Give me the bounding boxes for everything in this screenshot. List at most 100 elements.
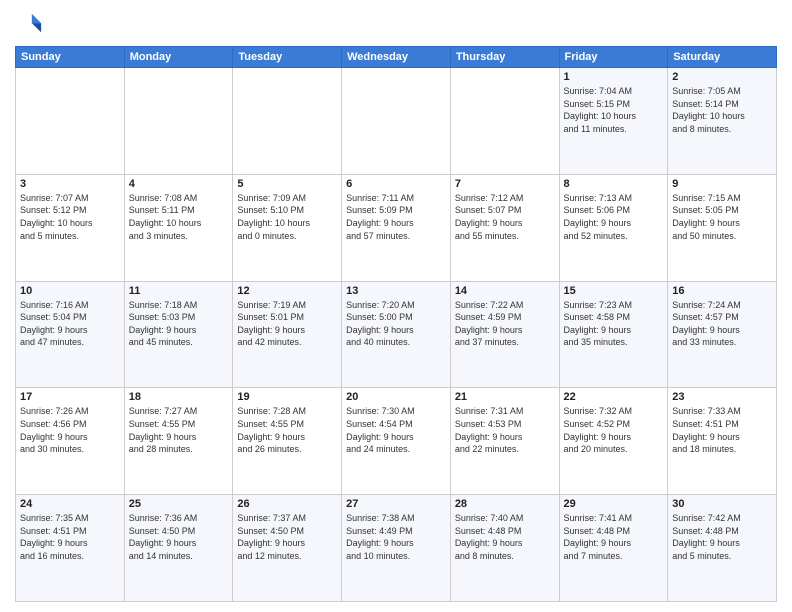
day-info: Sunrise: 7:42 AM Sunset: 4:48 PM Dayligh…: [672, 512, 772, 562]
day-number: 1: [564, 71, 664, 83]
calendar-day-27: 27Sunrise: 7:38 AM Sunset: 4:49 PM Dayli…: [342, 495, 451, 602]
day-number: 11: [129, 285, 229, 297]
day-number: 19: [237, 391, 337, 403]
logo: [15, 10, 47, 38]
calendar-day-6: 6Sunrise: 7:11 AM Sunset: 5:09 PM Daylig…: [342, 174, 451, 281]
day-info: Sunrise: 7:24 AM Sunset: 4:57 PM Dayligh…: [672, 299, 772, 349]
day-number: 10: [20, 285, 120, 297]
day-number: 26: [237, 498, 337, 510]
page: SundayMondayTuesdayWednesdayThursdayFrid…: [0, 0, 792, 612]
day-info: Sunrise: 7:41 AM Sunset: 4:48 PM Dayligh…: [564, 512, 664, 562]
day-info: Sunrise: 7:23 AM Sunset: 4:58 PM Dayligh…: [564, 299, 664, 349]
weekday-header-saturday: Saturday: [668, 47, 777, 68]
day-number: 12: [237, 285, 337, 297]
day-number: 21: [455, 391, 555, 403]
day-number: 9: [672, 178, 772, 190]
day-info: Sunrise: 7:26 AM Sunset: 4:56 PM Dayligh…: [20, 405, 120, 455]
day-number: 28: [455, 498, 555, 510]
day-info: Sunrise: 7:15 AM Sunset: 5:05 PM Dayligh…: [672, 192, 772, 242]
calendar-week-row: 10 Sunrise: 7:16 AM Sunset: 5:04 PM Dayli…: [16, 281, 777, 388]
empty-cell: [124, 68, 233, 175]
day-number: 2: [672, 71, 772, 83]
empty-cell: [342, 68, 451, 175]
day-info: Sunrise: 7:28 AM Sunset: 4:55 PM Dayligh…: [237, 405, 337, 455]
day-info: Sunrise: 7:13 AM Sunset: 5:06 PM Dayligh…: [564, 192, 664, 242]
day-info: Sunrise: 7:08 AM Sunset: 5:11 PM Dayligh…: [129, 192, 229, 242]
day-number: 24: [20, 498, 120, 510]
weekday-header-wednesday: Wednesday: [342, 47, 451, 68]
empty-cell: [16, 68, 125, 175]
calendar-day-24: 24Sunrise: 7:35 AM Sunset: 4:51 PM Dayli…: [16, 495, 125, 602]
weekday-header-friday: Friday: [559, 47, 668, 68]
day-number: 30: [672, 498, 772, 510]
calendar-day-2: 2 Sunrise: 7:05 AM Sunset: 5:14 PM Daylig…: [668, 68, 777, 175]
weekday-header-monday: Monday: [124, 47, 233, 68]
day-info: Sunrise: 7:40 AM Sunset: 4:48 PM Dayligh…: [455, 512, 555, 562]
calendar-day-5: 5 Sunrise: 7:09 AM Sunset: 5:10 PM Daylig…: [233, 174, 342, 281]
calendar-body: 1Sunrise: 7:04 AM Sunset: 5:15 PM Daylig…: [16, 68, 777, 602]
empty-cell: [233, 68, 342, 175]
logo-icon: [15, 10, 43, 38]
calendar-day-21: 21 Sunrise: 7:31 AM Sunset: 4:53 PM Dayli…: [450, 388, 559, 495]
day-number: 17: [20, 391, 120, 403]
day-number: 27: [346, 498, 446, 510]
calendar-day-23: 23 Sunrise: 7:33 AM Sunset: 4:51 PM Dayli…: [668, 388, 777, 495]
day-number: 23: [672, 391, 772, 403]
page-header: [15, 10, 777, 38]
day-number: 15: [564, 285, 664, 297]
calendar-day-20: 20 Sunrise: 7:30 AM Sunset: 4:54 PM Dayli…: [342, 388, 451, 495]
day-info: Sunrise: 7:30 AM Sunset: 4:54 PM Dayligh…: [346, 405, 446, 455]
calendar-day-19: 19 Sunrise: 7:28 AM Sunset: 4:55 PM Dayli…: [233, 388, 342, 495]
calendar-day-18: 18Sunrise: 7:27 AM Sunset: 4:55 PM Dayli…: [124, 388, 233, 495]
calendar-day-30: 30 Sunrise: 7:42 AM Sunset: 4:48 PM Dayli…: [668, 495, 777, 602]
day-number: 5: [237, 178, 337, 190]
calendar-day-12: 12 Sunrise: 7:19 AM Sunset: 5:01 PM Dayli…: [233, 281, 342, 388]
day-number: 7: [455, 178, 555, 190]
calendar-day-17: 17 Sunrise: 7:26 AM Sunset: 4:56 PM Dayli…: [16, 388, 125, 495]
calendar-day-25: 25Sunrise: 7:36 AM Sunset: 4:50 PM Dayli…: [124, 495, 233, 602]
calendar-day-7: 7 Sunrise: 7:12 AM Sunset: 5:07 PM Daylig…: [450, 174, 559, 281]
calendar-day-14: 14 Sunrise: 7:22 AM Sunset: 4:59 PM Dayli…: [450, 281, 559, 388]
calendar-day-26: 26 Sunrise: 7:37 AM Sunset: 4:50 PM Dayli…: [233, 495, 342, 602]
day-number: 3: [20, 178, 120, 190]
day-info: Sunrise: 7:36 AM Sunset: 4:50 PM Dayligh…: [129, 512, 229, 562]
day-info: Sunrise: 7:32 AM Sunset: 4:52 PM Dayligh…: [564, 405, 664, 455]
day-info: Sunrise: 7:11 AM Sunset: 5:09 PM Dayligh…: [346, 192, 446, 242]
calendar-day-9: 9 Sunrise: 7:15 AM Sunset: 5:05 PM Daylig…: [668, 174, 777, 281]
day-number: 18: [129, 391, 229, 403]
day-info: Sunrise: 7:33 AM Sunset: 4:51 PM Dayligh…: [672, 405, 772, 455]
calendar-day-10: 10 Sunrise: 7:16 AM Sunset: 5:04 PM Dayli…: [16, 281, 125, 388]
calendar-week-row: 24Sunrise: 7:35 AM Sunset: 4:51 PM Dayli…: [16, 495, 777, 602]
calendar-day-1: 1Sunrise: 7:04 AM Sunset: 5:15 PM Daylig…: [559, 68, 668, 175]
calendar-day-8: 8 Sunrise: 7:13 AM Sunset: 5:06 PM Daylig…: [559, 174, 668, 281]
calendar-header: SundayMondayTuesdayWednesdayThursdayFrid…: [16, 47, 777, 68]
day-number: 29: [564, 498, 664, 510]
calendar-week-row: 1Sunrise: 7:04 AM Sunset: 5:15 PM Daylig…: [16, 68, 777, 175]
day-info: Sunrise: 7:37 AM Sunset: 4:50 PM Dayligh…: [237, 512, 337, 562]
day-number: 8: [564, 178, 664, 190]
weekday-header-sunday: Sunday: [16, 47, 125, 68]
day-info: Sunrise: 7:18 AM Sunset: 5:03 PM Dayligh…: [129, 299, 229, 349]
day-number: 14: [455, 285, 555, 297]
calendar-day-29: 29 Sunrise: 7:41 AM Sunset: 4:48 PM Dayli…: [559, 495, 668, 602]
day-info: Sunrise: 7:09 AM Sunset: 5:10 PM Dayligh…: [237, 192, 337, 242]
calendar-table: SundayMondayTuesdayWednesdayThursdayFrid…: [15, 46, 777, 602]
calendar-day-16: 16Sunrise: 7:24 AM Sunset: 4:57 PM Dayli…: [668, 281, 777, 388]
day-info: Sunrise: 7:19 AM Sunset: 5:01 PM Dayligh…: [237, 299, 337, 349]
day-number: 13: [346, 285, 446, 297]
day-info: Sunrise: 7:31 AM Sunset: 4:53 PM Dayligh…: [455, 405, 555, 455]
day-number: 22: [564, 391, 664, 403]
weekday-header-tuesday: Tuesday: [233, 47, 342, 68]
calendar-day-22: 22 Sunrise: 7:32 AM Sunset: 4:52 PM Dayli…: [559, 388, 668, 495]
calendar-day-28: 28 Sunrise: 7:40 AM Sunset: 4:48 PM Dayli…: [450, 495, 559, 602]
day-number: 20: [346, 391, 446, 403]
day-info: Sunrise: 7:05 AM Sunset: 5:14 PM Dayligh…: [672, 85, 772, 135]
day-info: Sunrise: 7:16 AM Sunset: 5:04 PM Dayligh…: [20, 299, 120, 349]
day-info: Sunrise: 7:20 AM Sunset: 5:00 PM Dayligh…: [346, 299, 446, 349]
calendar-week-row: 3Sunrise: 7:07 AM Sunset: 5:12 PM Daylig…: [16, 174, 777, 281]
calendar-day-13: 13 Sunrise: 7:20 AM Sunset: 5:00 PM Dayli…: [342, 281, 451, 388]
calendar-day-15: 15 Sunrise: 7:23 AM Sunset: 4:58 PM Dayli…: [559, 281, 668, 388]
day-info: Sunrise: 7:22 AM Sunset: 4:59 PM Dayligh…: [455, 299, 555, 349]
calendar-day-3: 3Sunrise: 7:07 AM Sunset: 5:12 PM Daylig…: [16, 174, 125, 281]
day-info: Sunrise: 7:12 AM Sunset: 5:07 PM Dayligh…: [455, 192, 555, 242]
